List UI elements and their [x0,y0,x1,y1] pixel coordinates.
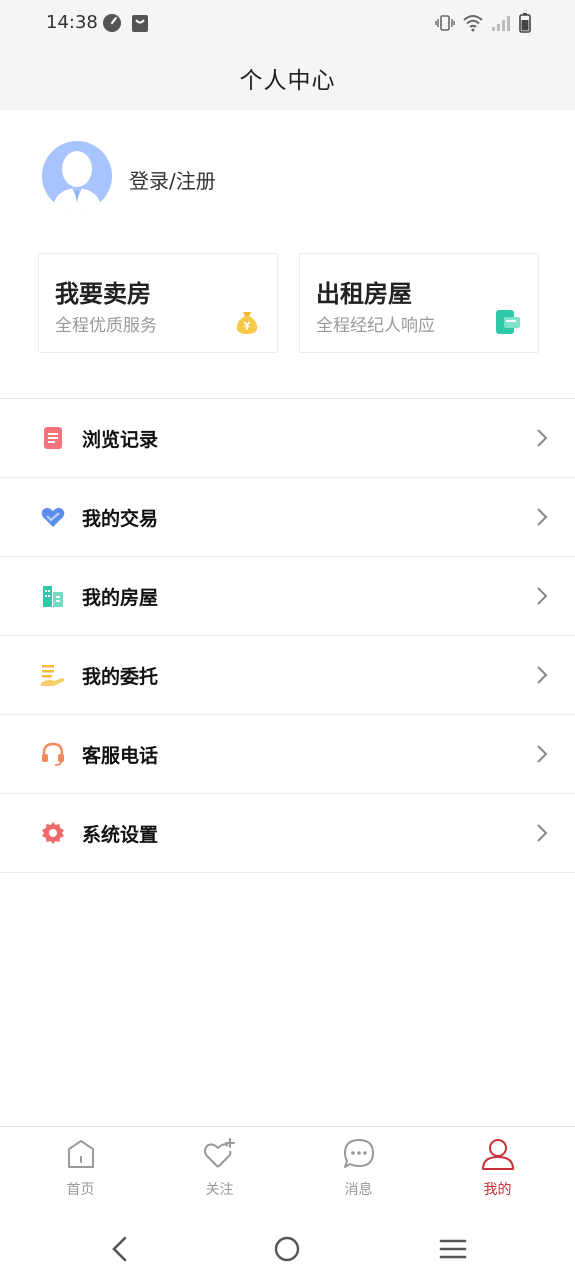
card-title: 我要卖房 [55,280,151,308]
menu-item-my-transactions[interactable]: 我的交易 [0,478,575,557]
status-right-icons [435,13,531,33]
chat-bubble-icon [343,1139,374,1168]
tab-label: 首页 [66,1182,95,1198]
tab-follow[interactable]: 关注 [148,1127,291,1217]
menu-item-label: 我的交易 [82,507,159,530]
chevron-right-icon [537,587,548,605]
menu-icon[interactable] [436,1232,470,1266]
document-icon [40,425,66,451]
chevron-right-icon [537,508,548,526]
home-circle-icon[interactable] [270,1232,304,1266]
menu-item-browse-history[interactable]: 浏览记录 [0,399,575,478]
heart-plus-icon [203,1138,235,1168]
menu-item-my-houses[interactable]: 我的房屋 [0,557,575,636]
quick-action-cards: 我要卖房 全程优质服务 出租房屋 全程经纪人响应 [0,253,575,353]
headset-icon [40,741,66,767]
profile-section[interactable]: 登录/注册 [0,110,575,230]
handshake-heart-icon [40,504,66,530]
home-icon [67,1140,94,1168]
menu-item-label: 我的房屋 [82,586,159,609]
tab-label: 消息 [344,1182,373,1198]
menu-item-label: 我的委托 [82,665,159,688]
tab-home[interactable]: 首页 [9,1127,152,1217]
wifi-icon [463,15,483,32]
rent-house-card[interactable]: 出租房屋 全程经纪人响应 [299,253,539,353]
status-left-icons [102,13,149,33]
tab-mine[interactable]: 我的 [426,1127,569,1217]
card-title: 出租房屋 [316,280,412,308]
bottom-tab-bar: 首页 关注 消息 我的 [0,1126,575,1216]
menu-item-label: 系统设置 [82,823,159,846]
menu-item-my-commissions[interactable]: 我的委托 [0,636,575,715]
menu-item-customer-service[interactable]: 客服电话 [0,715,575,794]
hand-coins-icon [40,662,66,688]
status-bar: 14:38 [0,0,575,46]
tab-messages[interactable]: 消息 [287,1127,430,1217]
chevron-right-icon [537,666,548,684]
title-bar: 个人中心 [0,46,575,110]
menu-list: 浏览记录 我的交易 我的房屋 我的委托 客服电话 系统设置 [0,399,575,873]
back-icon[interactable] [104,1232,138,1266]
avatar[interactable] [42,141,112,211]
chevron-right-icon [537,824,548,842]
user-icon [481,1139,514,1170]
menu-item-label: 客服电话 [82,744,159,767]
default-avatar-icon [42,141,112,211]
card-subtitle: 全程优质服务 [55,316,157,336]
money-bag-icon [236,312,258,334]
shopping-bag-icon [132,15,148,32]
wallet-icon [496,310,520,334]
chevron-right-icon [537,429,548,447]
tab-label: 我的 [483,1182,512,1198]
buildings-icon [40,583,66,609]
card-subtitle: 全程经纪人响应 [316,316,435,336]
gear-icon [40,820,66,846]
menu-item-label: 浏览记录 [82,428,159,451]
login-register-link[interactable]: 登录/注册 [129,165,216,194]
vibrate-icon [435,15,455,31]
sell-house-card[interactable]: 我要卖房 全程优质服务 [38,253,278,353]
page-title: 个人中心 [239,68,336,94]
system-nav-bar [0,1216,575,1280]
speedometer-icon [103,14,121,32]
signal-icon [492,16,510,31]
menu-item-system-settings[interactable]: 系统设置 [0,794,575,873]
status-time: 14:38 [46,12,98,33]
chevron-right-icon [537,745,548,763]
tab-label: 关注 [205,1182,234,1198]
battery-icon [519,13,531,33]
